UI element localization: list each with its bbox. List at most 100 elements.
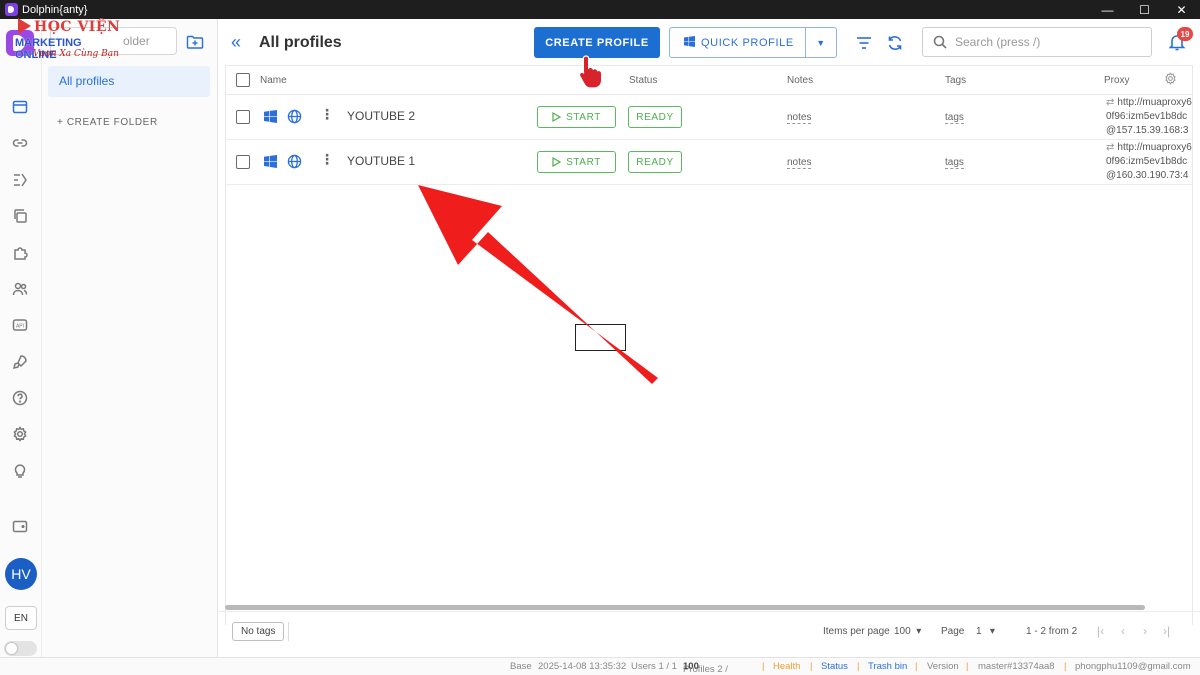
proxy-cell[interactable]: ⇄ http://muaproxy68 0f96:izm5ev1b8dc @160…: [1106, 141, 1192, 183]
hand-cursor-icon: [577, 53, 607, 89]
folder-all-profiles[interactable]: All profiles: [48, 66, 210, 97]
build-id: master#13374aa8: [978, 661, 1055, 672]
notes-field[interactable]: notes: [787, 112, 812, 124]
quick-profile-dropdown-icon[interactable]: ▼: [805, 28, 836, 57]
no-tags-filter-button[interactable]: No tags: [232, 622, 285, 641]
status-link[interactable]: Status: [821, 661, 848, 672]
search-input[interactable]: Search (press /): [922, 27, 1152, 57]
main-panel: « All profiles CREATE PROFILE QUICK PROF…: [218, 19, 1200, 657]
tags-field[interactable]: tags: [945, 112, 964, 124]
status-users: Users 1 / 1: [631, 661, 677, 672]
column-tags[interactable]: Tags: [945, 75, 966, 86]
maximize-button[interactable]: ☐: [1126, 0, 1163, 19]
proxy-swap-icon: ⇄: [1106, 97, 1115, 108]
page-title: All profiles: [259, 34, 342, 51]
items-per-page-value: 100: [894, 626, 911, 637]
column-name[interactable]: Name: [260, 75, 287, 86]
table-row[interactable]: ⋮ YOUTUBE 2 START READY notes tags ⇄ http…: [226, 95, 1192, 140]
language-selector[interactable]: EN: [5, 606, 37, 630]
status-separator: |: [810, 661, 813, 672]
column-notes[interactable]: Notes: [787, 75, 813, 86]
health-link[interactable]: Health: [773, 661, 800, 672]
search-icon: [933, 35, 947, 49]
quick-profile-button[interactable]: QUICK PROFILE ▼: [669, 27, 837, 58]
extensions-puzzle-icon[interactable]: [10, 243, 30, 263]
profiles-nav-icon[interactable]: [10, 97, 30, 117]
column-status[interactable]: Status: [629, 75, 657, 86]
windows-os-icon: [264, 155, 277, 171]
notes-field[interactable]: notes: [787, 157, 812, 169]
prev-page-icon[interactable]: ‹: [1121, 624, 1125, 638]
start-label: START: [566, 111, 601, 123]
status-badge: READY: [628, 151, 682, 173]
svg-text:API: API: [16, 324, 24, 330]
folder-panel: older All profiles + CREATE FOLDER: [42, 19, 218, 657]
status-profiles-label: Profiles 2 /: [683, 664, 728, 675]
proxy-line2: 0f96:izm5ev1b8dc: [1106, 156, 1188, 167]
column-settings-icon[interactable]: [1164, 72, 1177, 88]
add-folder-icon[interactable]: [186, 33, 204, 51]
status-base: Base: [510, 661, 532, 672]
footer-divider: [288, 622, 289, 641]
row-checkbox[interactable]: [236, 155, 250, 169]
wallet-icon[interactable]: [10, 516, 30, 536]
page-value: 1: [976, 626, 982, 637]
profile-name[interactable]: YOUTUBE 2: [347, 109, 415, 123]
theme-toggle[interactable]: [4, 641, 37, 656]
page-range: 1 - 2 from 2: [1026, 626, 1078, 637]
table-row[interactable]: ⋮ YOUTUBE 1 START READY notes tags ⇄ http…: [226, 140, 1192, 185]
icon-rail: API HV EN: [0, 19, 42, 657]
settings-gear-icon[interactable]: [10, 424, 30, 444]
last-page-icon[interactable]: ›|: [1163, 624, 1170, 638]
collapse-sidebar-icon[interactable]: «: [231, 33, 241, 51]
profiles-table: Name Status Notes Tags Proxy ⋮ YOUTUBE 2…: [225, 65, 1193, 625]
profile-name[interactable]: YOUTUBE 1: [347, 154, 415, 168]
globe-icon: [287, 109, 302, 127]
dolphin-app-icon: [5, 3, 18, 16]
window-controls: — ☐ ✕: [1089, 0, 1200, 19]
globe-icon: [287, 154, 302, 172]
top-toolbar: « All profiles CREATE PROFILE QUICK PROF…: [218, 19, 1200, 67]
logo-line1: HỌC VIỆN: [34, 19, 121, 35]
lightbulb-icon[interactable]: [10, 461, 30, 481]
start-profile-button[interactable]: START: [537, 151, 616, 173]
select-all-checkbox[interactable]: [236, 73, 250, 87]
tags-field[interactable]: tags: [945, 157, 964, 169]
minimize-button[interactable]: —: [1089, 0, 1126, 19]
row-menu-icon[interactable]: ⋮: [320, 107, 334, 121]
next-page-icon[interactable]: ›: [1143, 624, 1147, 638]
user-avatar[interactable]: HV: [5, 558, 37, 590]
first-page-icon[interactable]: |‹: [1097, 624, 1104, 638]
automation-icon[interactable]: [10, 170, 30, 190]
start-label: START: [566, 156, 601, 168]
create-folder-button[interactable]: + CREATE FOLDER: [57, 117, 158, 128]
proxy-cell[interactable]: ⇄ http://muaproxy68 0f96:izm5ev1b8dc @157…: [1106, 96, 1192, 138]
row-menu-icon[interactable]: ⋮: [320, 152, 334, 166]
status-datetime: 2025-14-08 13:35:32: [538, 661, 627, 672]
notifications-bell-icon[interactable]: 19: [1168, 27, 1193, 53]
notification-count-badge: 19: [1177, 27, 1193, 41]
items-per-page-label: Items per page: [823, 626, 890, 637]
page-select[interactable]: 1 ▾: [976, 626, 995, 637]
proxy-link-icon[interactable]: [10, 133, 30, 153]
copy-icon[interactable]: [10, 206, 30, 226]
page-label: Page: [941, 626, 965, 637]
horizontal-scrollbar[interactable]: [225, 605, 1145, 610]
table-header: Name Status Notes Tags Proxy: [226, 66, 1192, 95]
refresh-icon[interactable]: [885, 33, 905, 53]
close-button[interactable]: ✕: [1163, 0, 1200, 19]
items-per-page-select[interactable]: 100 ▾: [894, 626, 921, 637]
filter-icon[interactable]: [854, 33, 874, 53]
trash-bin-link[interactable]: Trash bin: [868, 661, 907, 672]
proxy-line3: @157.15.39.168:3: [1106, 125, 1189, 136]
column-proxy[interactable]: Proxy: [1104, 75, 1130, 86]
play-icon: [552, 112, 562, 122]
api-icon[interactable]: API: [10, 315, 30, 335]
help-icon[interactable]: [10, 388, 30, 408]
row-checkbox[interactable]: [236, 110, 250, 124]
proxy-line3: @160.30.190.73:4: [1106, 170, 1189, 181]
start-profile-button[interactable]: START: [537, 106, 616, 128]
team-users-icon[interactable]: [10, 279, 30, 299]
window-title: Dolphin{anty}: [22, 3, 88, 16]
rocket-icon[interactable]: [10, 352, 30, 372]
